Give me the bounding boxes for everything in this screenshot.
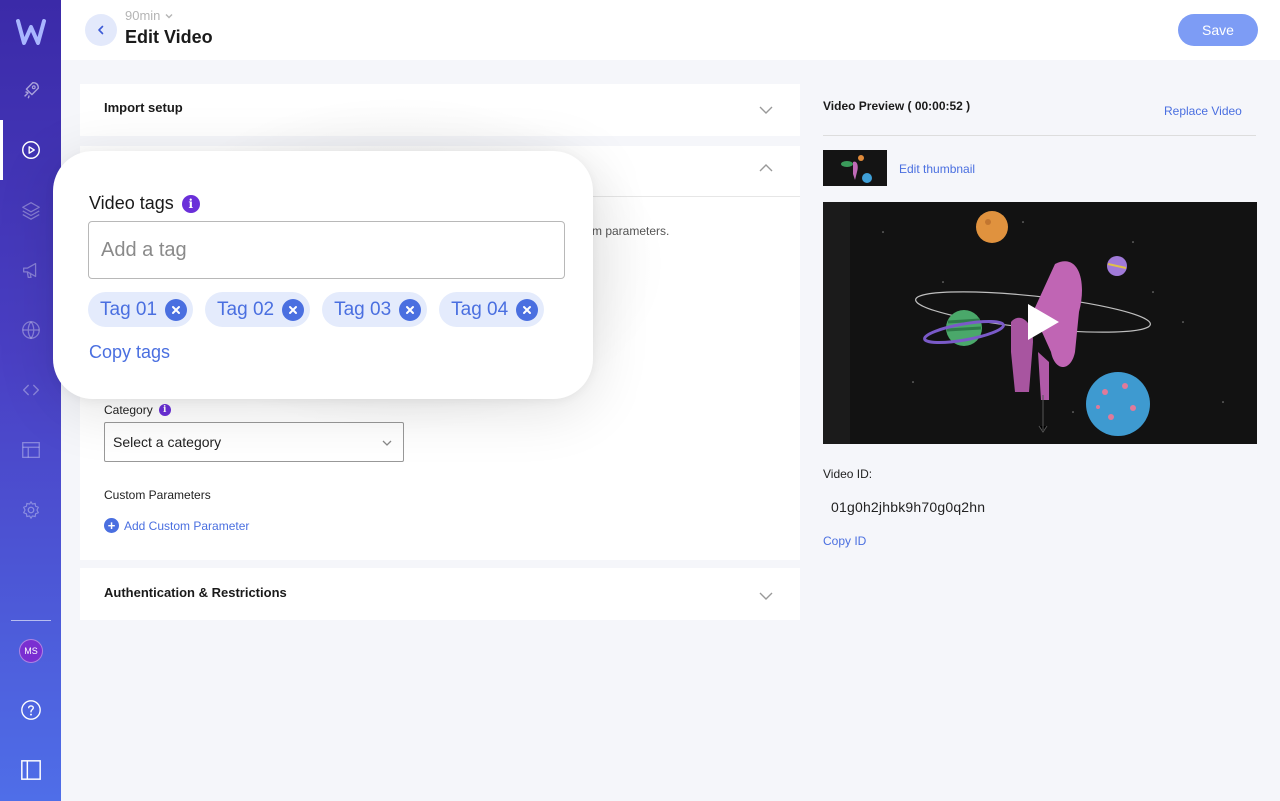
tag-label: Tag 01 — [100, 298, 158, 320]
sidebar-toggle-icon — [20, 760, 41, 780]
sidebar-toggle-button[interactable] — [0, 750, 61, 790]
add-tag-input[interactable] — [88, 221, 565, 279]
avatar[interactable]: MS — [19, 639, 43, 663]
add-custom-parameter-label: Add Custom Parameter — [124, 518, 250, 533]
save-button[interactable]: Save — [1178, 14, 1258, 46]
thumbnail-image — [823, 150, 887, 186]
video-id-label: Video ID: — [823, 467, 873, 481]
rocket-icon — [23, 81, 39, 99]
video-thumbnail — [823, 150, 887, 186]
authentication-title: Authentication & Restrictions — [104, 585, 287, 600]
sidebar-divider — [11, 620, 51, 621]
category-label-text: Category — [104, 403, 153, 417]
remove-tag-icon[interactable] — [399, 298, 422, 321]
gear-icon — [22, 501, 39, 519]
help-button[interactable] — [0, 690, 61, 730]
video-id-value: 01g0h2jhbk9h70g0q2hn — [831, 499, 986, 515]
video-frame — [823, 202, 1257, 444]
tags-list: Tag 01 Tag 02 Tag 03 Tag 04 — [88, 292, 545, 327]
import-setup-title: Import setup — [104, 100, 183, 115]
sidebar-item-layouts[interactable] — [0, 420, 61, 480]
chevron-down-icon[interactable] — [758, 102, 774, 118]
tag-chip: Tag 01 — [88, 292, 194, 327]
back-button[interactable] — [85, 14, 117, 46]
page-title: Edit Video — [125, 27, 213, 47]
page-header: 90min Edit Video Save — [61, 0, 1280, 60]
sidebar: MS — [0, 0, 61, 801]
video-preview-title: Video Preview ( 00:00:52 ) — [823, 99, 971, 113]
tag-label: Tag 03 — [334, 298, 392, 320]
logo-icon — [15, 19, 46, 45]
chevron-down-icon — [382, 440, 392, 446]
category-label: Category i — [104, 403, 171, 417]
tag-label: Tag 02 — [217, 298, 275, 320]
globe-icon — [21, 321, 40, 340]
remove-tag-icon[interactable] — [516, 298, 539, 321]
replace-video-link[interactable]: Replace Video — [1164, 104, 1242, 118]
video-tags-card: Video tags i Tag 01 Tag 02 Tag 03 Tag 04… — [53, 151, 593, 399]
chevron-down-icon — [165, 13, 173, 18]
sidebar-item-embed[interactable] — [0, 360, 61, 420]
info-icon[interactable]: i — [181, 194, 200, 213]
edit-thumbnail-link[interactable]: Edit thumbnail — [899, 162, 975, 176]
tag-chip: Tag 02 — [205, 292, 311, 327]
tag-chip: Tag 04 — [439, 292, 545, 327]
code-icon — [22, 384, 39, 396]
help-icon — [20, 700, 41, 720]
add-custom-parameter-button[interactable]: + Add Custom Parameter — [104, 518, 249, 533]
chevron-down-icon[interactable] — [758, 588, 774, 604]
layers-icon — [21, 202, 40, 220]
sidebar-item-campaigns[interactable] — [0, 240, 61, 300]
chevron-left-icon — [98, 25, 104, 35]
breadcrumb[interactable]: 90min — [125, 8, 174, 23]
app-logo[interactable] — [13, 14, 49, 50]
play-circle-icon — [21, 141, 40, 159]
video-tags-label: Video tags i — [89, 193, 200, 214]
tag-chip: Tag 03 — [322, 292, 428, 327]
copy-id-link[interactable]: Copy ID — [823, 534, 866, 548]
authentication-panel[interactable]: Authentication & Restrictions — [80, 568, 800, 620]
megaphone-icon — [22, 262, 36, 278]
breadcrumb-label: 90min — [125, 8, 161, 23]
custom-params-hint: m parameters. — [592, 224, 670, 238]
layout-icon — [21, 442, 40, 458]
category-select-value: Select a category — [113, 434, 222, 450]
sidebar-item-distribution[interactable] — [0, 300, 61, 360]
sidebar-item-launch[interactable] — [0, 60, 61, 120]
copy-tags-link[interactable]: Copy tags — [89, 342, 170, 363]
info-icon[interactable]: i — [158, 404, 171, 416]
custom-params-label: Custom Parameters — [104, 488, 211, 502]
tag-label: Tag 04 — [451, 298, 509, 320]
plus-circle-icon: + — [104, 518, 119, 533]
sidebar-item-settings[interactable] — [0, 480, 61, 540]
sidebar-item-layers[interactable] — [0, 180, 61, 240]
remove-tag-icon[interactable] — [165, 298, 188, 321]
chevron-up-icon[interactable] — [758, 160, 774, 176]
video-player[interactable] — [823, 202, 1257, 444]
video-tags-label-text: Video tags — [89, 193, 174, 213]
import-setup-panel[interactable]: Import setup — [80, 84, 800, 136]
category-select[interactable]: Select a category — [104, 422, 404, 462]
preview-divider — [823, 135, 1256, 136]
remove-tag-icon[interactable] — [282, 298, 305, 321]
sidebar-item-videos[interactable] — [0, 120, 61, 180]
